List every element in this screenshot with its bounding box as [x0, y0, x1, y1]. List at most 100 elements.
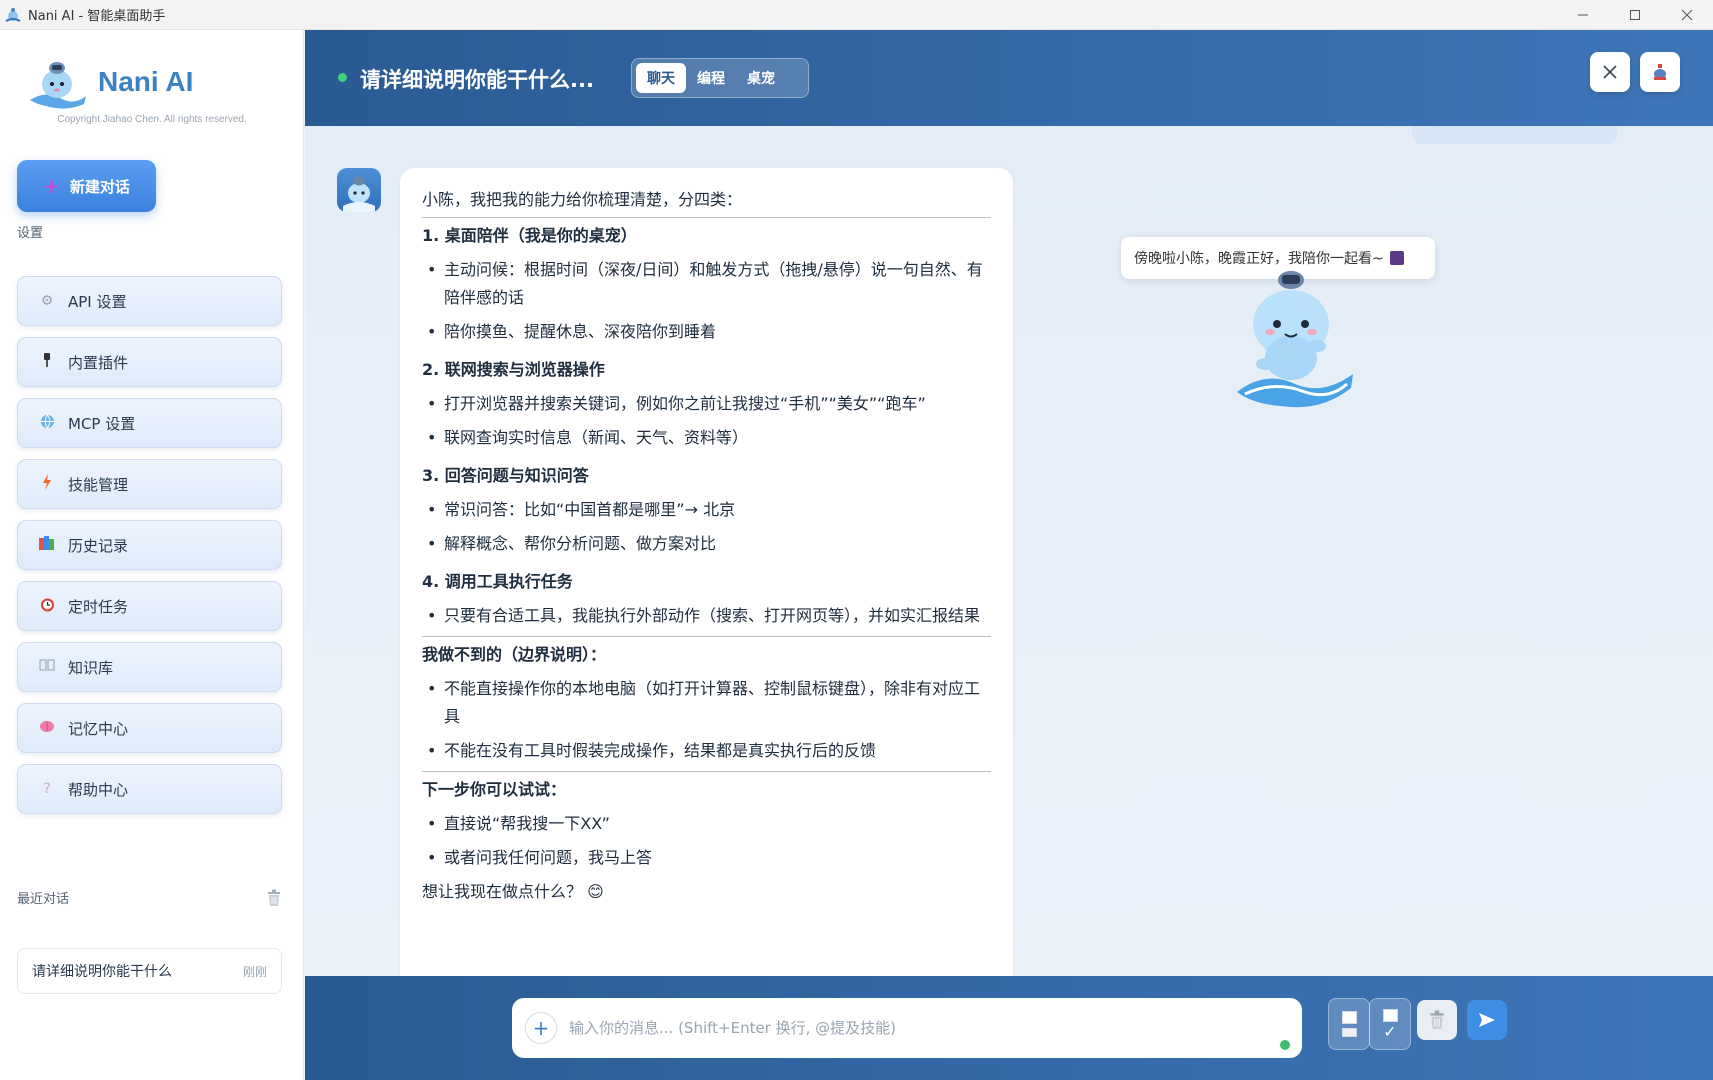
mascot-avatar-icon: [343, 176, 375, 212]
sidebar-item-mcp-settings[interactable]: MCP 设置: [17, 398, 282, 448]
recent-conversations-label: 最近对话: [17, 892, 70, 907]
maximize-button[interactable]: [1609, 0, 1661, 30]
attach-button[interactable]: +: [525, 1012, 557, 1044]
pet-mode-button[interactable]: [1640, 52, 1680, 92]
list-item: 常识问答：比如“中国首都是哪里”→ 北京: [422, 496, 991, 524]
plus-icon: +: [43, 174, 60, 198]
list-item: 只要有合适工具，我能执行外部动作（搜索、打开网页等），并如实汇报结果: [422, 602, 991, 630]
screenshot-button[interactable]: [1328, 998, 1370, 1050]
message-closing: 想让我现在做点什么？ 😊: [422, 878, 991, 906]
minimize-button[interactable]: [1557, 0, 1609, 30]
list-item: 联网查询实时信息（新闻、天气、资料等）: [422, 424, 991, 452]
recent-conversation-item[interactable]: 请详细说明你能干什么 刚刚: [17, 948, 282, 994]
recent-conversation-title: 请详细说明你能干什么: [32, 964, 172, 980]
list-item: 打开浏览器并搜索关键词，例如你之前让我搜过“手机”“美女”“跑车”: [422, 390, 991, 418]
sidebar-item-knowledge-base[interactable]: 知识库: [17, 642, 282, 692]
list-item: 直接说“帮我搜一下XX”: [422, 810, 991, 838]
close-window-button[interactable]: [1661, 0, 1713, 30]
tab-coding[interactable]: 编程: [686, 63, 736, 93]
question-icon: ?: [43, 781, 51, 797]
send-button[interactable]: [1467, 1000, 1507, 1040]
section-heading: 1. 桌面陪伴（我是你的桌宠）: [422, 226, 637, 245]
section-heading: 4. 调用工具执行任务: [422, 572, 573, 591]
books-icon: [38, 536, 56, 554]
window-titlebar: Nani AI - 智能桌面助手: [0, 0, 1713, 30]
scroll-shadow-pill: [1412, 126, 1617, 144]
limits-list: 不能直接操作你的本地电脑（如打开计算器、控制鼠标键盘），除非有对应工具 不能在没…: [422, 675, 991, 765]
smile-emoji-icon: 😊: [587, 882, 604, 901]
maximize-icon: [1630, 10, 1640, 20]
sidebar-item-history[interactable]: 历史记录: [17, 520, 282, 570]
gear-icon: ⚙: [40, 293, 54, 309]
next-steps-list: 直接说“帮我搜一下XX” 或者问我任何问题，我马上答: [422, 810, 991, 872]
closing-text: 想让我现在做点什么？: [422, 882, 583, 901]
list-item: 不能在没有工具时假装完成操作，结果都是真实执行后的反馈: [422, 737, 991, 765]
sunset-emoji-icon: [1389, 251, 1404, 265]
sidebar-item-label: 内置插件: [68, 353, 129, 372]
sidebar-item-label: API 设置: [68, 292, 127, 311]
globe-icon: [38, 414, 56, 433]
message-input-box: +: [512, 998, 1302, 1058]
message-intro: 小陈，我把我的能力给你梳理清楚，分四类：: [422, 190, 743, 209]
window-bar-icon: [1341, 1028, 1357, 1037]
limits-heading: 我做不到的（边界说明）：: [422, 645, 607, 664]
chat-header: 请详细说明你能干什么... 聊天 编程 桌宠: [305, 30, 1713, 126]
close-chat-button[interactable]: [1590, 52, 1630, 92]
section-list: 打开浏览器并搜索关键词，例如你之前让我搜过“手机”“美女”“跑车” 联网查询实时…: [422, 390, 991, 452]
sidebar-item-label: 帮助中心: [68, 780, 129, 799]
pet-speech-text: 傍晚啦小陈，晚霞正好，我陪你一起看~: [1134, 251, 1384, 267]
mascot-logo-icon: [30, 62, 86, 109]
settings-section-label: 设置: [17, 226, 44, 241]
plug-icon: [38, 352, 56, 372]
sidebar-item-label: 技能管理: [68, 475, 129, 494]
clear-chat-button[interactable]: [1417, 1000, 1457, 1040]
tab-desktop-pet[interactable]: 桌宠: [736, 63, 786, 93]
list-item: 解释概念、帮你分析问题、做方案对比: [422, 530, 991, 558]
sidebar-item-label: 记忆中心: [68, 719, 129, 738]
chat-title: 请详细说明你能干什么...: [360, 68, 594, 92]
lightning-icon: [38, 474, 56, 494]
close-icon: [1681, 9, 1693, 21]
close-icon: [1603, 65, 1617, 79]
assistant-message: 小陈，我把我的能力给你梳理清楚，分四类： 1. 桌面陪伴（我是你的桌宠） 主动问…: [400, 168, 1013, 976]
clear-history-trash-icon[interactable]: [266, 889, 282, 907]
minimize-icon: [1578, 14, 1588, 16]
brand-name: Nani AI: [98, 66, 194, 97]
sidebar-item-scheduled-tasks[interactable]: 定时任务: [17, 581, 282, 631]
new-chat-button[interactable]: + 新建对话: [17, 160, 156, 212]
app-logo-icon: [5, 7, 21, 22]
divider: [422, 771, 991, 772]
section-list: 常识问答：比如“中国首都是哪里”→ 北京 解释概念、帮你分析问题、做方案对比: [422, 496, 991, 558]
sidebar-item-memory-center[interactable]: 记忆中心: [17, 703, 282, 753]
brain-icon: [38, 720, 56, 737]
list-item: 或者问我任何问题，我马上答: [422, 844, 991, 872]
settings-nav: ⚙ API 设置 内置插件 MCP 设置 技能管理 历史记录 定时任务 知识库 …: [17, 276, 282, 825]
sidebar-item-api-settings[interactable]: ⚙ API 设置: [17, 276, 282, 326]
sidebar-item-builtin-plugins[interactable]: 内置插件: [17, 337, 282, 387]
status-indicator: [338, 73, 347, 82]
divider: [422, 217, 991, 218]
section-list: 主动问候：根据时间（深夜/日间）和触发方式（拖拽/悬停）说一句自然、有陪伴感的话…: [422, 256, 991, 346]
sidebar-item-skill-management[interactable]: 技能管理: [17, 459, 282, 509]
sidebar-item-label: 知识库: [68, 658, 114, 677]
window-title: Nani AI - 智能桌面助手: [28, 9, 166, 24]
connection-status-dot: [1280, 1040, 1290, 1050]
sidebar-item-label: 定时任务: [68, 597, 129, 616]
recent-conversations-header: 最近对话: [17, 888, 282, 907]
alarm-clock-icon: [38, 597, 56, 616]
copyright-text: Copyright Jiahao Chen. All rights reserv…: [57, 114, 247, 125]
recent-conversation-time: 刚刚: [242, 964, 267, 979]
assistant-avatar: [337, 168, 381, 212]
brand: Nani AI: [26, 54, 193, 110]
section-list: 只要有合适工具，我能执行外部动作（搜索、打开网页等），并如实汇报结果: [422, 602, 991, 630]
list-item: 不能直接操作你的本地电脑（如打开计算器、控制鼠标键盘），除非有对应工具: [422, 675, 991, 731]
select-window-button[interactable]: ✓: [1369, 998, 1411, 1050]
desktop-pet-mascot[interactable]: [1225, 266, 1360, 416]
sidebar-item-help-center[interactable]: ? 帮助中心: [17, 764, 282, 814]
trash-icon: [1430, 1010, 1444, 1029]
tab-chat[interactable]: 聊天: [636, 63, 686, 93]
window-controls: [1557, 0, 1713, 30]
open-book-icon: [38, 659, 56, 675]
input-bar: + ✓: [305, 976, 1713, 1080]
message-input[interactable]: [569, 1019, 1302, 1037]
